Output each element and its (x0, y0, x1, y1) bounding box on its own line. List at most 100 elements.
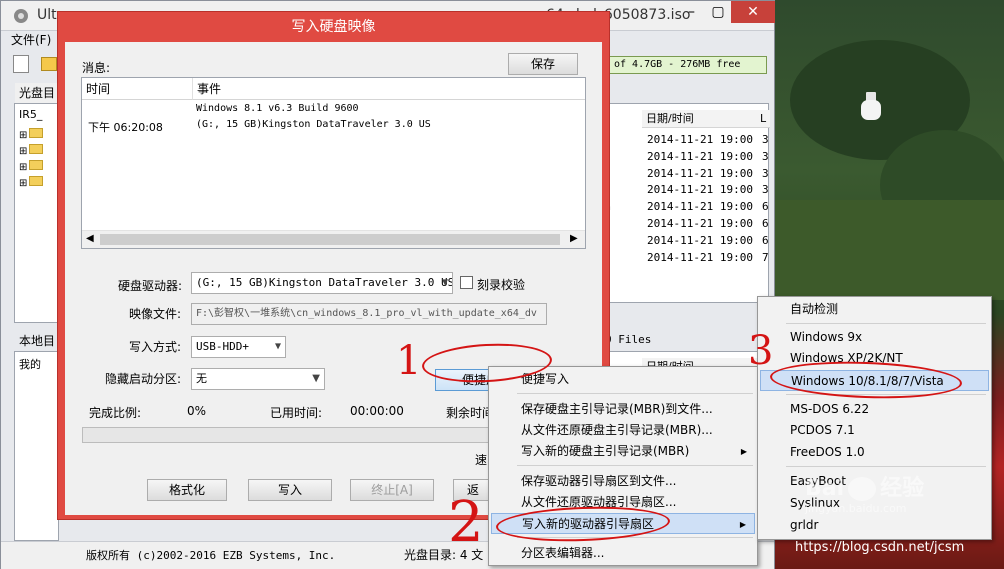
submenu-arrow-icon: ▶ (739, 520, 746, 529)
baidu-watermark: Bai 经验 jingyan.baidu.com (805, 470, 924, 515)
hidden-partition-value: 无 (196, 372, 207, 385)
remaining-label: 剩余时间 (446, 406, 495, 420)
menu-separator (517, 393, 753, 394)
close-button[interactable]: ✕ (731, 1, 775, 23)
menu-separator (786, 323, 986, 324)
log-time: 下午 06:20:08 (88, 121, 163, 134)
menu-file[interactable]: 文件(F) (11, 31, 51, 48)
progress-value: 0% (187, 404, 207, 418)
open-folder-icon[interactable] (41, 57, 57, 71)
message-log[interactable]: 时间 事件 Windows 8.1 v6.3 Build 9600 下午 06:… (81, 77, 586, 249)
list-cell: 3 (762, 149, 769, 163)
terminate-button[interactable]: 终止[A] (350, 479, 434, 501)
scroll-thumb[interactable] (100, 234, 560, 245)
baidu-paw-icon (848, 477, 877, 501)
list-cell: 6 (762, 216, 769, 230)
scroll-right-icon[interactable]: ▶ (570, 233, 578, 244)
expand-icon[interactable]: ⊞ (19, 160, 44, 173)
minimize-button[interactable]: – (678, 1, 705, 23)
menu-item-restore-mbr[interactable]: 从文件还原硬盘主引导记录(MBR)... (491, 420, 755, 441)
list-cell: 6 (762, 233, 769, 247)
write-method-select[interactable]: USB-HDD+ ▼ (191, 336, 286, 358)
l-column-header[interactable]: L (760, 110, 770, 128)
files-count: 0 Files (605, 333, 652, 346)
list-item[interactable]: 2014-11-21 19:00 (647, 250, 753, 267)
usb-drive-icon[interactable] (858, 92, 884, 122)
local-root-item[interactable]: 我的 (19, 356, 41, 372)
list-item[interactable]: 2014-11-21 19:00 (647, 216, 753, 233)
date-list: 2014-11-21 19:00 2014-11-21 19:00 2014-1… (647, 132, 753, 266)
list-cell: 7 (762, 250, 769, 264)
log-line-2: (G:, 15 GB)Kingston DataTraveler 3.0 US (196, 119, 431, 130)
menu-item-save-mbr[interactable]: 保存硬盘主引导记录(MBR)到文件... (491, 399, 755, 420)
capacity-bar: of 4.7GB - 276MB free (603, 56, 767, 74)
local-label: 本地目 (19, 334, 56, 348)
speed-label: 速 (475, 453, 488, 467)
iso-file-list[interactable]: 日期/时间 L n 2014-11-21 19:00 2014-11-21 19… (601, 103, 770, 303)
expand-icon[interactable]: ⊞ (19, 144, 44, 157)
drive-label: 硬盘驱动器: (118, 279, 183, 293)
verify-checkbox[interactable] (460, 276, 473, 289)
list-item[interactable]: 2014-11-21 19:00 (647, 182, 753, 199)
chevron-down-icon: ▼ (274, 341, 281, 352)
list-item[interactable]: 2014-11-21 19:00 (647, 132, 753, 149)
elapsed-value: 00:00:00 (350, 404, 404, 418)
list-item[interactable]: 2014-11-21 19:00 (647, 233, 753, 250)
event-column-header[interactable]: 事件 (192, 78, 585, 100)
progress-label: 完成比例: (89, 406, 142, 420)
expand-icon[interactable]: ⊞ (19, 176, 44, 189)
write-button[interactable]: 写入 (248, 479, 332, 501)
submenu-item-win9x[interactable]: Windows 9x (760, 327, 989, 348)
expand-icon[interactable]: ⊞ (19, 128, 44, 141)
iso-root-item[interactable]: IR5_ (19, 108, 42, 121)
submenu-item-pcdos[interactable]: PCDOS 7.1 (760, 420, 989, 441)
log-line-1: Windows 8.1 v6.3 Build 9600 (196, 103, 359, 114)
hidden-partition-label: 隐藏启动分区: (105, 372, 182, 386)
menu-item-save-boot-sector[interactable]: 保存驱动器引导扇区到文件... (491, 471, 755, 492)
chevron-down-icon: ▼ (441, 277, 448, 288)
format-button[interactable]: 格式化 (147, 479, 227, 501)
ultraiso-app-icon (14, 9, 28, 23)
submenu-arrow-icon: ▶ (740, 447, 747, 456)
menu-item-partition-editor[interactable]: 分区表编辑器... (491, 543, 755, 564)
drive-select[interactable]: (G:, 15 GB)Kingston DataTraveler 3.0 US ▼ (191, 272, 453, 294)
date-column-header[interactable]: 日期/时间 (642, 110, 762, 128)
local-tree-pane[interactable]: 我的 (14, 351, 59, 541)
list-cell: 3 (762, 183, 769, 197)
iso-tree-pane[interactable]: IR5_ ⊞ ⊞ ⊞ ⊞ (14, 103, 59, 323)
submenu-item-auto-detect[interactable]: 自动检测 (760, 299, 989, 320)
horizontal-scrollbar[interactable]: ◀ ▶ (82, 230, 585, 248)
progress-bar (82, 427, 492, 443)
image-file-field[interactable]: F:\彭智权\一堆系统\cn_windows_8.1_pro_vl_with_u… (191, 303, 547, 325)
menu-item-write-mbr[interactable]: 写入新的硬盘主引导记录(MBR) ▶ (491, 441, 755, 462)
new-file-icon[interactable] (13, 55, 29, 73)
menu-item-label: 写入新的硬盘主引导记录(MBR) (521, 444, 690, 458)
list-cell: 3 (762, 133, 769, 146)
list-item[interactable]: 2014-11-21 19:00 (647, 199, 753, 216)
disc-label: 光盘目 (15, 83, 59, 103)
main-title-left: Ult (37, 7, 57, 23)
list-item[interactable]: 2014-11-21 19:00 (647, 166, 753, 183)
csdn-url: https://blog.csdn.net/jcsm (795, 540, 965, 555)
menu-separator (786, 466, 986, 467)
scroll-left-icon[interactable]: ◀ (86, 233, 94, 244)
annotation-number-2: 2 (448, 490, 484, 555)
write-method-label: 写入方式: (129, 340, 182, 354)
l-list: 3 3 3 3 6 6 6 7 (762, 132, 769, 266)
submenu-item-grldr[interactable]: grldr (760, 515, 989, 536)
dialog-title: 写入硬盘映像 (291, 19, 376, 35)
baidu-brand-cn: 经验 (880, 476, 925, 501)
list-item[interactable]: 2014-11-21 19:00 (647, 149, 753, 166)
list-cell: 6 (762, 200, 769, 214)
submenu-item-msdos[interactable]: MS-DOS 6.22 (760, 399, 989, 420)
elapsed-label: 已用时间: (270, 406, 323, 420)
list-cell: 3 (762, 166, 769, 180)
baidu-site: jingyan.baidu.com (805, 502, 907, 515)
verify-label: 刻录校验 (477, 278, 526, 292)
time-column-header[interactable]: 时间 (82, 78, 192, 100)
submenu-item-freedos[interactable]: FreeDOS 1.0 (760, 442, 989, 463)
hidden-partition-select[interactable]: 无 ▼ (191, 368, 325, 390)
copyright-text: 版权所有 (c)2002-2016 EZB Systems, Inc. (86, 549, 336, 562)
save-button[interactable]: 保存 (508, 53, 578, 75)
maximize-button[interactable]: ▢ (705, 1, 731, 23)
